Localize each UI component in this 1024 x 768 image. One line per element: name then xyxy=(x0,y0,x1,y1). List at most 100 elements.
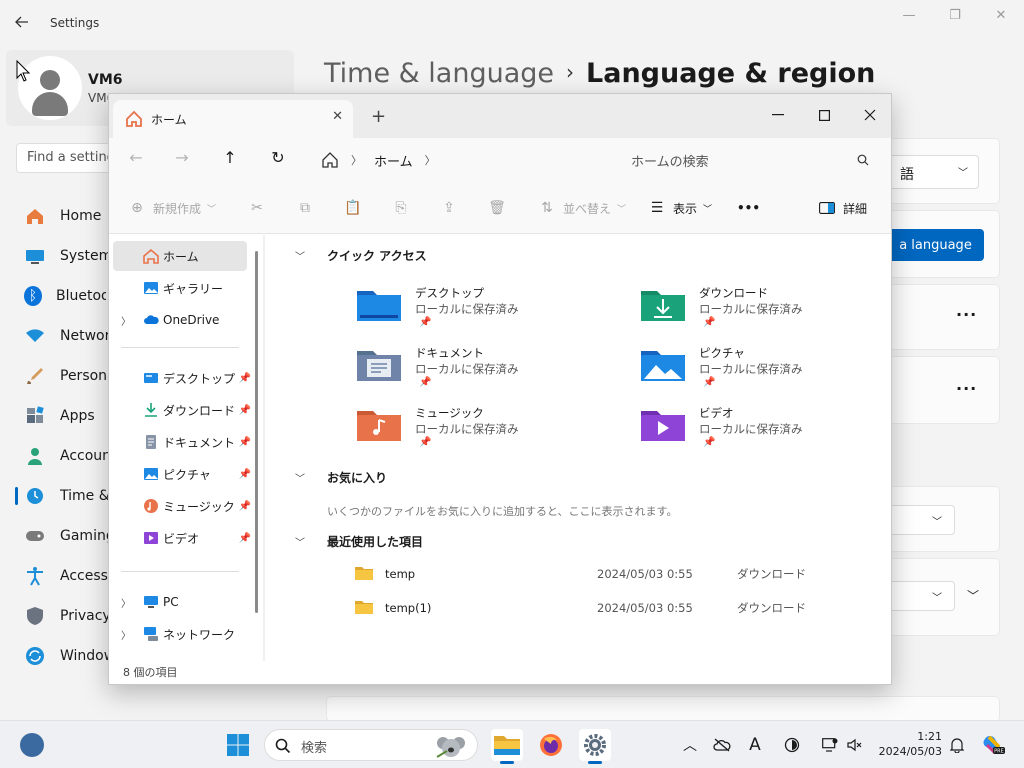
paste-button[interactable]: 📋 xyxy=(344,198,369,218)
back-button[interactable]: ← xyxy=(123,148,149,172)
cut-button[interactable]: ✂ xyxy=(249,198,273,218)
details-pane-button[interactable]: 詳細 xyxy=(819,198,867,218)
back-arrow-icon[interactable] xyxy=(14,14,34,34)
share-button[interactable]: ⇪ xyxy=(441,198,465,218)
nav-item-time-language[interactable]: Time & language xyxy=(15,476,108,516)
expand-chevron-icon[interactable]: ﹀ xyxy=(967,587,979,604)
favorites-header[interactable]: ﹀ お気に入り xyxy=(295,469,387,486)
nav-item-network[interactable]: Network & internet xyxy=(16,316,108,356)
address-crumb[interactable]: ホーム xyxy=(374,151,413,170)
nav-item-gaming[interactable]: Gaming xyxy=(16,516,108,556)
more-options-icon[interactable]: ··· xyxy=(956,305,977,324)
recent-header[interactable]: ﹀ 最近使用した項目 xyxy=(295,533,423,550)
chevron-right-icon[interactable]: 〉 xyxy=(121,627,131,642)
details-pane-icon xyxy=(819,200,835,216)
system-icon xyxy=(24,245,46,267)
explorer-search-input[interactable]: ホームの検索 xyxy=(619,144,881,176)
chevron-up-icon[interactable]: ︿ xyxy=(680,735,700,755)
quick-access-tile-videos[interactable]: ビデオ ローカルに保存済み 📌 xyxy=(641,403,881,459)
widgets-icon[interactable] xyxy=(20,733,44,757)
nav-item-system[interactable]: System xyxy=(16,236,108,276)
settings-minimize-button[interactable]: — xyxy=(894,8,924,28)
quick-access-header[interactable]: ﹀ クイック アクセス xyxy=(295,247,427,264)
shield-icon xyxy=(24,605,46,627)
sidebar-item-desktop[interactable]: デスクトップ 📌 xyxy=(113,363,251,393)
display-language-dropdown[interactable]: 語 ﹀ xyxy=(887,155,979,189)
sidebar-item-onedrive[interactable]: 〉 OneDrive xyxy=(113,305,247,335)
copy-button[interactable]: ⧉ xyxy=(297,198,321,218)
explorer-maximize-button[interactable] xyxy=(801,100,847,130)
sidebar-item-home[interactable]: ホーム xyxy=(113,241,247,271)
sidebar-item-pc[interactable]: 〉 PC xyxy=(113,587,247,617)
rename-button[interactable]: ⎘ xyxy=(393,198,417,218)
settings-maximize-button[interactable]: ❐ xyxy=(940,8,970,28)
quick-access-tile-downloads[interactable]: ダウンロード ローカルに保存済み 📌 xyxy=(641,283,881,339)
more-options-button[interactable]: ••• xyxy=(737,198,760,218)
music-icon xyxy=(144,499,158,513)
sort-button[interactable]: ⇅ 並べ替え ﹀ xyxy=(539,198,626,218)
add-language-button[interactable]: a language xyxy=(887,229,984,261)
nav-item-home[interactable]: Home xyxy=(16,196,108,236)
file-explorer-taskbar-button[interactable] xyxy=(491,729,523,764)
delete-button[interactable]: 🗑 xyxy=(488,198,513,218)
nav-item-bluetooth[interactable]: ᛒ Bluetooth & devices xyxy=(16,276,108,316)
sidebar-item-documents[interactable]: ドキュメント 📌 xyxy=(113,427,251,457)
quick-access-tile-pictures[interactable]: ピクチャ ローカルに保存済み 📌 xyxy=(641,343,881,399)
nav-item-accessibility[interactable]: Accessibility xyxy=(16,556,108,596)
explorer-tab[interactable]: ホーム ✕ xyxy=(113,100,353,138)
focus-icon[interactable] xyxy=(782,735,802,755)
sidebar-divider xyxy=(121,347,239,348)
sidebar-item-music[interactable]: ミュージック 📌 xyxy=(113,491,251,521)
notification-bell-icon[interactable] xyxy=(947,735,967,755)
breadcrumb-chevron-icon: › xyxy=(566,60,575,84)
settings-taskbar-button[interactable] xyxy=(579,729,611,764)
close-tab-icon[interactable]: ✕ xyxy=(332,109,343,124)
region-dropdown[interactable]: ﹀ xyxy=(887,505,955,535)
taskbar-search-input[interactable]: 検索 xyxy=(264,729,478,761)
start-button[interactable] xyxy=(226,733,250,757)
forward-button[interactable]: → xyxy=(169,148,195,172)
sidebar-item-gallery[interactable]: ギャラリー xyxy=(113,273,247,303)
new-button[interactable]: ⊕ 新規作成 ﹀ xyxy=(129,198,216,218)
settings-search-input[interactable]: Find a setting xyxy=(16,143,116,173)
view-button[interactable]: ☰ 表示 ﹀ xyxy=(649,198,712,218)
nav-item-apps[interactable]: Apps xyxy=(16,396,108,436)
settings-close-button[interactable]: ✕ xyxy=(986,8,1016,28)
sidebar-item-videos[interactable]: ビデオ 📌 xyxy=(113,523,251,553)
sidebar-scrollbar[interactable] xyxy=(255,251,258,613)
up-button[interactable]: ↑ xyxy=(217,148,243,172)
refresh-button[interactable]: ↻ xyxy=(265,148,291,172)
quick-access-tile-documents[interactable]: ドキュメント ローカルに保存済み 📌 xyxy=(357,343,597,399)
chevron-right-icon[interactable]: 〉 xyxy=(425,152,436,168)
time-language-icon xyxy=(24,485,46,507)
chevron-right-icon[interactable]: 〉 xyxy=(121,595,131,610)
personalization-icon xyxy=(24,365,46,387)
breadcrumb-parent[interactable]: Time & language xyxy=(324,58,554,89)
sidebar-item-network[interactable]: 〉 ネットワーク xyxy=(113,619,247,649)
sidebar-item-downloads[interactable]: ダウンロード 📌 xyxy=(113,395,251,425)
chevron-right-icon[interactable]: 〉 xyxy=(121,313,131,328)
copilot-icon[interactable]: PRE xyxy=(981,733,1005,757)
ime-icon[interactable]: A xyxy=(745,735,765,755)
explorer-close-button[interactable] xyxy=(847,100,893,130)
recent-row[interactable]: temp(1) 2024/05/03 0:55 ダウンロード xyxy=(355,596,875,620)
network-status-icon[interactable] xyxy=(820,735,840,755)
volume-muted-icon[interactable] xyxy=(845,735,865,755)
pin-icon: 📌 xyxy=(419,437,432,448)
regional-format-dropdown[interactable]: ﹀ xyxy=(887,581,955,611)
cloud-offline-icon[interactable] xyxy=(712,735,732,755)
nav-item-windows-update[interactable]: Windows Update xyxy=(16,636,108,676)
nav-item-accounts[interactable]: Accounts xyxy=(16,436,108,476)
nav-item-personalization[interactable]: Personalization xyxy=(16,356,108,396)
explorer-minimize-button[interactable] xyxy=(755,100,801,130)
nav-item-privacy[interactable]: Privacy & security xyxy=(16,596,108,636)
sidebar-item-pictures[interactable]: ピクチャ 📌 xyxy=(113,459,251,489)
quick-access-tile-desktop[interactable]: デスクトップ ローカルに保存済み 📌 xyxy=(357,283,597,339)
more-options-icon[interactable]: ··· xyxy=(956,379,977,398)
system-clock[interactable]: 1:21 2024/05/03 xyxy=(870,729,942,759)
new-tab-button[interactable]: + xyxy=(371,106,386,127)
quick-access-tile-music[interactable]: ミュージック ローカルに保存済み 📌 xyxy=(357,403,597,459)
address-bar[interactable]: 〉 ホーム 〉 xyxy=(309,144,607,176)
firefox-taskbar-button[interactable] xyxy=(535,729,567,761)
recent-row[interactable]: temp 2024/05/03 0:55 ダウンロード xyxy=(355,562,875,586)
